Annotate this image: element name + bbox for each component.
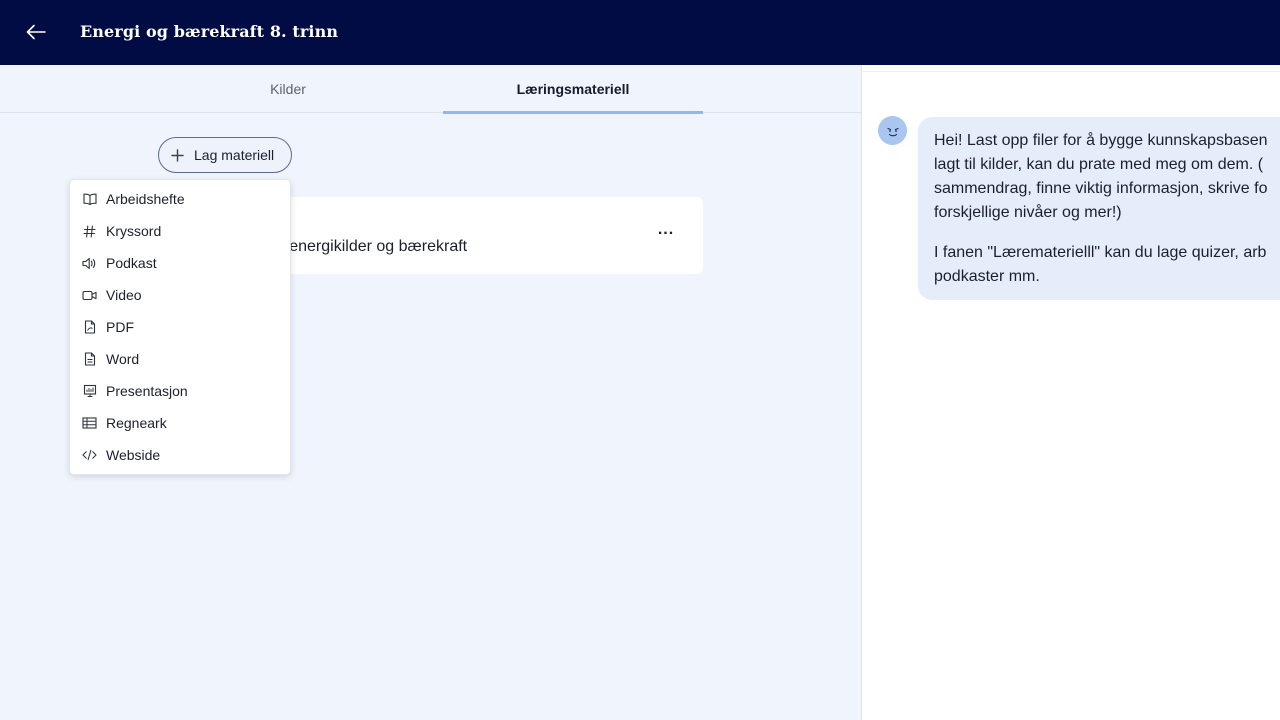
smiley-avatar-icon (878, 116, 907, 145)
message-line: lagt til kilder, kan du prate med meg om… (934, 156, 1264, 173)
create-material-button[interactable]: Lag materiell (158, 137, 292, 173)
menu-item-label: Presentasjon (106, 383, 188, 399)
tab-kilder[interactable]: Kilder (158, 65, 418, 113)
menu-item-presentasjon[interactable]: Presentasjon (70, 375, 290, 407)
create-material-label: Lag materiell (194, 147, 275, 163)
message-paragraph: I fanen "Lærematerielll" kan du lage qui… (934, 241, 1280, 289)
menu-item-label: PDF (106, 319, 134, 335)
menu-item-podkast[interactable]: Podkast (70, 247, 290, 279)
menu-item-label: Word (106, 351, 140, 367)
top-bar: Energi og bærekraft 8. trinn (0, 0, 1280, 65)
menu-item-label: Regneark (106, 415, 167, 431)
presentation-icon (82, 384, 97, 399)
message-line: podkaster mm. (934, 268, 1040, 285)
page-title: Energi og bærekraft 8. trinn (80, 22, 339, 41)
speaker-icon (82, 256, 97, 271)
menu-item-pdf[interactable]: PDF (70, 311, 290, 343)
message-line: forskjellige nivåer og mer!) (934, 204, 1122, 221)
more-options-button[interactable]: ... (653, 217, 679, 243)
menu-item-label: Webside (106, 447, 161, 463)
menu-item-kryssord[interactable]: Kryssord (70, 215, 290, 247)
hash-icon (82, 224, 97, 239)
chat-pane: Hei! Last opp filer for å bygge kunnskap… (862, 65, 1280, 720)
chat-top-line (862, 71, 1280, 72)
message-line: Hei! Last opp filer for å bygge kunnskap… (934, 132, 1268, 149)
material-type-menu: Arbeidshefte Kryssord Podkast Video PDF (69, 179, 291, 475)
menu-item-webside[interactable]: Webside (70, 439, 290, 471)
menu-item-label: Video (106, 287, 142, 303)
materials-pane: Kilder Læringsmateriell Lag materiell e … (0, 65, 861, 720)
pdf-file-icon (82, 320, 97, 335)
code-icon (82, 448, 97, 463)
message-paragraph: Hei! Last opp filer for å bygge kunnskap… (934, 129, 1280, 225)
plus-icon (171, 148, 184, 162)
message-line: I fanen "Lærematerielll" kan du lage qui… (934, 244, 1267, 261)
menu-item-word[interactable]: Word (70, 343, 290, 375)
tab-laeringsmateriell[interactable]: Læringsmateriell (443, 65, 703, 114)
arrow-left-icon (26, 24, 46, 40)
assistant-message-bubble: Hei! Last opp filer for å bygge kunnskap… (918, 117, 1280, 300)
menu-item-arbeidshefte[interactable]: Arbeidshefte (70, 183, 290, 215)
video-icon (82, 288, 97, 303)
back-button[interactable] (22, 18, 50, 46)
menu-item-regneark[interactable]: Regneark (70, 407, 290, 439)
material-card-subtitle: te: energikilder og bærekraft (267, 238, 468, 255)
spreadsheet-icon (82, 416, 97, 431)
menu-item-label: Podkast (106, 255, 157, 271)
book-open-icon (82, 192, 97, 207)
message-line: sammendrag, finne viktig informasjon, sk… (934, 180, 1268, 197)
word-file-icon (82, 352, 97, 367)
menu-item-video[interactable]: Video (70, 279, 290, 311)
tab-bar: Kilder Læringsmateriell (0, 65, 861, 114)
menu-item-label: Arbeidshefte (106, 191, 185, 207)
menu-item-label: Kryssord (106, 223, 162, 239)
